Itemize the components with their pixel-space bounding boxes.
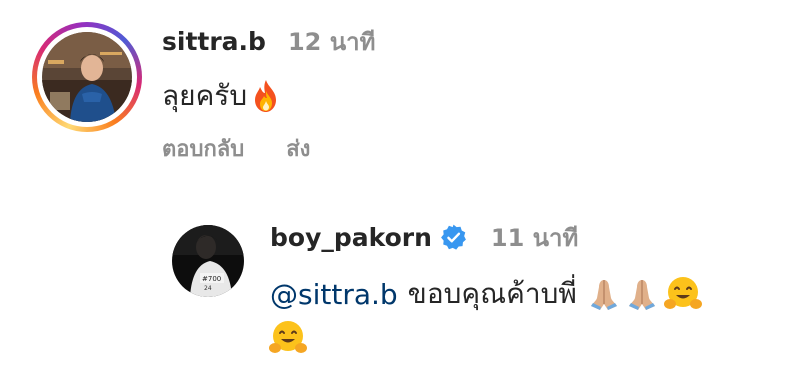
comment-text: ลุยครับ [162, 79, 248, 112]
reply-username[interactable]: boy_pakorn [270, 223, 432, 252]
reply-header: boy_pakorn 11 นาที [270, 220, 578, 254]
comment-timestamp: 12 นาที [287, 27, 376, 56]
avatar-sittra-b [42, 32, 132, 122]
hugging-face-emoji [269, 321, 307, 353]
reply-body: @sittra.b ขอบคุณค้าบพี่ [270, 274, 703, 314]
comment-header: sittra.b 12 นาที [162, 24, 375, 58]
folded-hands-emoji [590, 280, 617, 310]
send-button[interactable]: ส่ง [286, 131, 310, 166]
comment-thread: sittra.b 12 นาที ลุยครับ ตอบกลับ ส่ง #70… [0, 0, 800, 369]
avatar-boy-pakorn[interactable]: #700 24 [172, 225, 244, 297]
reply-button[interactable]: ตอบกลับ [162, 131, 244, 166]
comment-username[interactable]: sittra.b [162, 27, 266, 56]
reply-timestamp: 11 นาที [490, 223, 579, 252]
comment-body: ลุยครับ [162, 76, 281, 116]
svg-text:24: 24 [204, 285, 212, 292]
svg-text:#700: #700 [202, 275, 221, 283]
reply-text: ขอบคุณค้าบพี่ [407, 277, 577, 310]
hugging-face-emoji [663, 277, 702, 309]
avatar-story-ring[interactable] [32, 22, 142, 132]
folded-hands-emoji [628, 280, 655, 310]
fire-emoji [255, 80, 277, 112]
reply-body-continued [268, 316, 308, 360]
mention-link[interactable]: @sittra.b [270, 278, 398, 311]
comment-actions: ตอบกลับ ส่ง [162, 132, 310, 164]
verified-badge-icon [440, 224, 466, 250]
